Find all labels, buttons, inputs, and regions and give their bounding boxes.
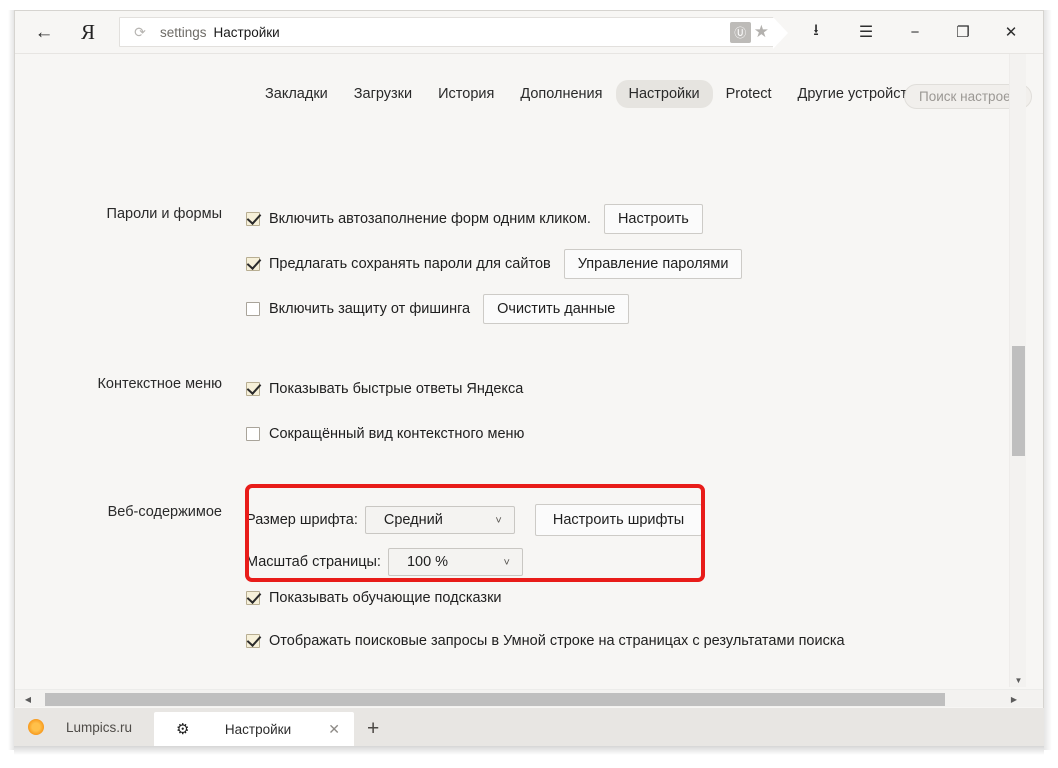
browser-window: ← Я ⟳ settings Настройки Ⓤ ★ ⭳ ☰ − ❐ ✕ [14,10,1044,708]
scroll-left-icon[interactable]: ◀ [21,693,35,706]
page-zoom-label: Масштаб страницы: [246,554,381,570]
font-size-label: Размер шрифта: [246,512,358,528]
address-bar[interactable]: ⟳ settings Настройки Ⓤ ★ [119,17,774,47]
checkbox-phishing-protection[interactable] [246,302,260,316]
section-label-passwords: Пароли и формы [15,206,222,222]
plus-icon[interactable]: + [367,718,379,739]
nav-item-downloads[interactable]: Загрузки [341,80,425,108]
row-quick-answers: Показывать быстрые ответы Яндекса [246,376,524,402]
toolbar-right-icons: ⭳ ☰ − ❐ ✕ [791,12,1043,52]
row-font-size: Размер шрифта: Средний ˅ Настроить шрифт… [246,504,702,536]
checkbox-label-save-passwords: Предлагать сохранять пароли для сайтов [269,256,551,272]
vertical-scrollbar[interactable]: ▼ [1009,54,1026,687]
chevron-down-icon: ˅ [504,557,510,569]
horizontal-scrollbar-thumb[interactable] [45,693,945,706]
row-show-search-queries: Отображать поисковые запросы в Умной стр… [246,628,845,654]
screenshot-root: ← Я ⟳ settings Настройки Ⓤ ★ ⭳ ☰ − ❐ ✕ [0,0,1058,768]
nav-item-protect[interactable]: Protect [713,80,785,108]
hamburger-menu-icon[interactable]: ☰ [841,12,891,52]
row-autofill: Включить автозаполнение форм одним клико… [246,206,742,232]
settings-nav: Закладки Загрузки История Дополнения Нас… [15,72,1026,116]
download-icon[interactable]: ⭳ [791,12,841,52]
section-body-web-content-extra: Показывать обучающие подсказки Отображат… [246,585,845,654]
nav-item-addons[interactable]: Дополнения [507,80,615,108]
nav-item-history[interactable]: История [425,80,507,108]
checkbox-label-phishing-protection: Включить защиту от фишинга [269,301,470,317]
row-page-zoom: Масштаб страницы: 100 % ˅ [246,548,702,576]
reload-icon[interactable]: ⟳ [132,24,148,41]
minimize-icon[interactable]: − [891,12,939,52]
close-window-icon[interactable]: ✕ [987,12,1035,52]
configure-autofill-button[interactable]: Настроить [604,204,703,234]
page-viewport: Закладки Загрузки История Дополнения Нас… [15,53,1043,707]
checkbox-label-learning-tips: Показывать обучающие подсказки [269,590,502,606]
tab-settings[interactable]: ⚙ Настройки ✕ [154,712,354,746]
checkbox-quick-answers[interactable] [246,382,260,396]
yandex-logo-icon[interactable]: Я [71,17,105,47]
manage-passwords-button[interactable]: Управление паролями [564,249,743,279]
star-icon[interactable]: ★ [754,22,769,42]
close-tab-icon[interactable]: ✕ [328,721,340,738]
section-body-web-content: Размер шрифта: Средний ˅ Настроить шрифт… [246,504,702,576]
bookmark-label: Lumpics.ru [66,720,132,735]
nav-item-settings[interactable]: Настройки [616,80,713,108]
section-body-context-menu: Показывать быстрые ответы Яндекса Сокращ… [246,376,524,447]
checkbox-label-quick-answers: Показывать быстрые ответы Яндекса [269,381,523,397]
checkbox-autofill[interactable] [246,212,260,226]
gear-icon: ⚙ [176,720,189,738]
address-bar-actions: Ⓤ ★ [730,18,769,46]
window-shadow-right [1044,10,1052,750]
back-arrow-icon[interactable]: ← [27,17,61,47]
row-phishing-protection: Включить защиту от фишинга Очистить данн… [246,296,742,322]
page-zoom-value: 100 % [407,554,448,570]
chevron-down-icon: ˅ [495,515,501,527]
address-bar-scheme: settings [160,25,207,40]
configure-fonts-button[interactable]: Настроить шрифты [535,504,702,536]
checkbox-label-compact-context-menu: Сокращённый вид контекстного меню [269,426,524,442]
checkbox-compact-context-menu[interactable] [246,427,260,441]
row-save-passwords: Предлагать сохранять пароли для сайтов У… [246,251,742,277]
section-body-passwords: Включить автозаполнение форм одним клико… [246,206,742,322]
page-zoom-select[interactable]: 100 % ˅ [388,548,523,576]
font-size-value: Средний [384,512,443,528]
horizontal-scrollbar[interactable]: ◀ ▶ [15,689,1043,707]
section-label-context-menu: Контекстное меню [15,376,222,392]
checkbox-save-passwords[interactable] [246,257,260,271]
checkbox-show-search-queries[interactable] [246,634,260,648]
settings-page: Закладки Загрузки История Дополнения Нас… [15,54,1026,687]
orange-circle-favicon [28,719,44,735]
tab-strip: Lumpics.ru ⚙ Настройки ✕ + [14,708,1044,746]
font-size-select[interactable]: Средний ˅ [365,506,515,534]
scroll-right-icon[interactable]: ▶ [1007,693,1021,706]
window-shadow-bottom [14,746,1044,755]
checkbox-label-show-search-queries: Отображать поисковые запросы в Умной стр… [269,633,845,649]
vertical-scrollbar-thumb[interactable] [1012,346,1025,456]
checkbox-learning-tips[interactable] [246,591,260,605]
address-bar-title: Настройки [214,25,280,40]
clear-data-button[interactable]: Очистить данные [483,294,629,324]
section-label-web-content: Веб-содержимое [15,504,222,520]
scroll-down-icon[interactable]: ▼ [1010,676,1027,685]
row-compact-context-menu: Сокращённый вид контекстного меню [246,421,524,447]
row-learning-tips: Показывать обучающие подсказки [246,585,845,611]
checkbox-label-autofill: Включить автозаполнение форм одним клико… [269,211,591,227]
browser-toolbar: ← Я ⟳ settings Настройки Ⓤ ★ ⭳ ☰ − ❐ ✕ [15,11,1043,53]
yandex-shield-icon[interactable]: Ⓤ [730,22,751,43]
bookmark-item-lumpics[interactable]: Lumpics.ru [14,708,132,746]
settings-nav-items: Закладки Загрузки История Дополнения Нас… [252,80,936,108]
restore-window-icon[interactable]: ❐ [939,12,987,52]
nav-item-bookmarks[interactable]: Закладки [252,80,341,108]
